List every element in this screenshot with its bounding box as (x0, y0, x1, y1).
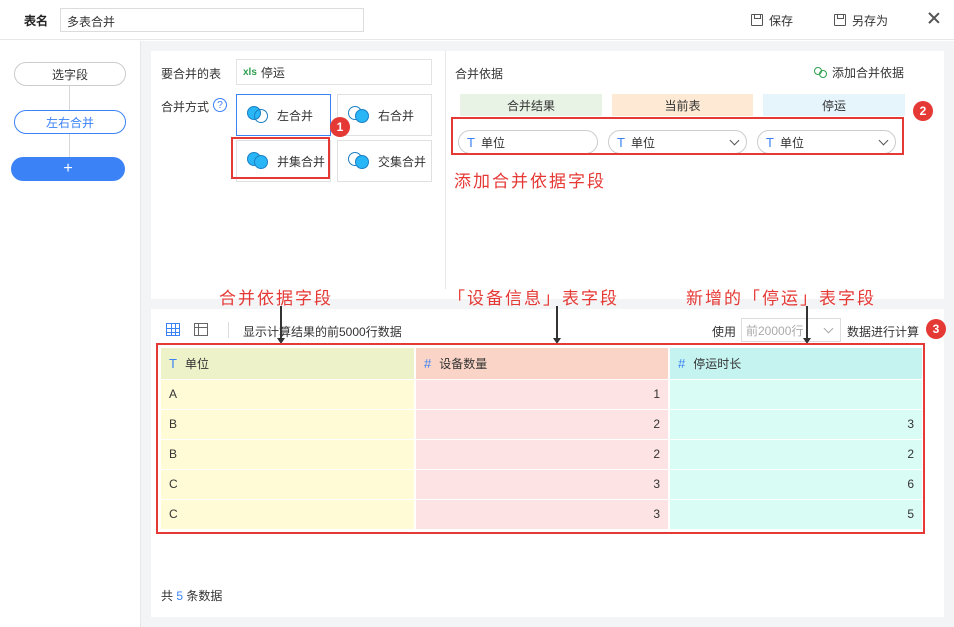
badge-1: 1 (330, 117, 350, 137)
footer-prefix: 共 (161, 589, 174, 603)
merge-table-label: 要合并的表 (161, 67, 222, 81)
add-basis-annotation: 添加合并依据字段 (454, 172, 606, 191)
right-merge-label: 右合并 (378, 108, 415, 123)
row-limit-select[interactable]: 前20000行 (741, 318, 841, 342)
row-limit-value: 前20000行 (746, 323, 804, 338)
table-view-icon[interactable] (194, 323, 208, 336)
basis-field-annotation: 合并依据字段 (219, 289, 333, 308)
merge-mode-label: 合并方式 (161, 100, 210, 114)
use-label: 使用 (712, 325, 737, 339)
rail-select-fields[interactable]: 选字段 (14, 62, 126, 86)
merge-table-field[interactable]: xls 停运 (236, 59, 432, 85)
save-label: 保存 (769, 13, 794, 28)
merge-table-value: 停运 (260, 65, 285, 80)
save-as-button[interactable]: 另存为 (834, 10, 888, 30)
basis-header-stop: 停运 (763, 94, 905, 116)
grid-view-icon[interactable] (166, 323, 180, 336)
footer-count: 5 (176, 589, 184, 603)
right-merge-option[interactable]: 右合并 (337, 94, 432, 136)
save-icon (751, 14, 763, 26)
table-name-input[interactable]: 多表合并 (60, 8, 364, 32)
row-count-footer: 共 5 条数据 (161, 587, 222, 604)
add-basis-label: 添加合并依据 (832, 66, 905, 80)
annotation-box-1 (231, 137, 330, 179)
save-button[interactable]: 保存 (751, 10, 793, 30)
intersect-merge-label: 交集合并 (378, 154, 427, 169)
preview-note: 显示计算结果的前5000行数据 (243, 325, 402, 339)
link-icon (814, 66, 828, 79)
help-icon[interactable]: ? (213, 98, 227, 112)
annotation-box-3 (156, 343, 925, 534)
xls-icon: xls (243, 66, 257, 78)
save-as-icon (834, 14, 846, 26)
close-icon[interactable] (926, 10, 942, 26)
save-as-label: 另存为 (852, 13, 889, 28)
basis-header-result: 合并结果 (460, 94, 602, 116)
left-merge-option[interactable]: 左合并 (236, 94, 331, 136)
annotation-box-2 (451, 117, 904, 155)
arrow-basis (277, 306, 284, 344)
panel-divider (445, 51, 446, 289)
rail-lr-merge[interactable]: 左右合并 (14, 110, 126, 134)
intersect-merge-option[interactable]: 交集合并 (337, 140, 432, 182)
left-venn-icon (247, 106, 269, 124)
arrow-device (553, 306, 560, 344)
new-stop-annotation: 新增的「停运」表字段 (686, 289, 876, 308)
basis-header-current: 当前表 (612, 94, 753, 116)
device-info-annotation: 「设备信息」表字段 (448, 289, 619, 308)
table-name-label: 表名 (24, 14, 49, 28)
left-merge-label: 左合并 (277, 108, 314, 123)
footer-suffix: 条数据 (186, 589, 223, 603)
badge-3: 3 (926, 319, 946, 339)
basis-title: 合并依据 (455, 67, 504, 81)
intersect-venn-icon (348, 152, 370, 170)
add-basis-button[interactable]: 添加合并依据 (814, 64, 904, 81)
calc-label: 数据进行计算 (847, 325, 920, 339)
rail-add-button[interactable]: + (11, 157, 125, 181)
toolbar-divider (228, 322, 229, 338)
badge-2: 2 (913, 101, 933, 121)
right-venn-icon (348, 106, 370, 124)
arrow-stop (803, 306, 810, 344)
chevron-down-icon (823, 323, 834, 333)
